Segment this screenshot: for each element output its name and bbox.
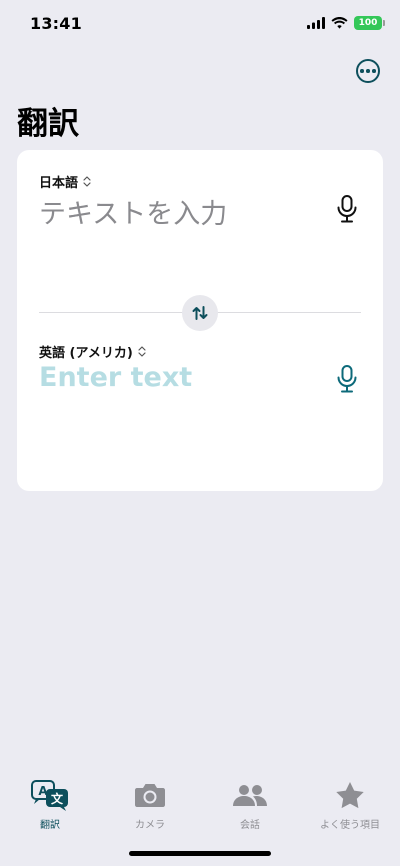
source-text-input[interactable]: テキストを入力: [39, 192, 227, 231]
camera-icon: [135, 784, 165, 807]
more-options-button[interactable]: [356, 59, 380, 83]
target-language-label: 英語 (アメリカ): [39, 346, 133, 361]
tab-favorites[interactable]: よく使う項目: [300, 778, 400, 831]
tab-conversation[interactable]: 会話: [200, 778, 300, 831]
swap-languages-button[interactable]: [182, 295, 218, 331]
source-microphone-icon[interactable]: [335, 194, 359, 224]
chevron-updown-icon: [138, 346, 146, 357]
tab-camera[interactable]: カメラ: [100, 778, 200, 831]
tab-label: 会話: [240, 820, 260, 831]
translation-card: 日本語 テキストを入力 英語 (アメリカ) Enter text: [17, 150, 383, 491]
status-time: 13:41: [30, 14, 82, 33]
target-microphone-icon[interactable]: [335, 364, 359, 394]
tab-label: 翻訳: [40, 820, 60, 831]
page-title: 翻訳: [17, 106, 79, 142]
tab-label: カメラ: [135, 820, 165, 831]
star-icon: [336, 782, 364, 809]
svg-text:文: 文: [51, 791, 64, 806]
battery-indicator: 100: [354, 16, 385, 30]
signal-icon: [307, 17, 325, 29]
source-language-label: 日本語: [39, 176, 79, 191]
target-language-selector[interactable]: 英語 (アメリカ): [39, 342, 146, 361]
target-text-output[interactable]: Enter text: [39, 362, 192, 393]
wifi-icon: [331, 17, 348, 29]
tab-label: よく使う項目: [320, 820, 380, 831]
translate-icon: A 文: [31, 780, 68, 811]
ellipsis-dot: [366, 69, 370, 73]
people-icon: [233, 785, 267, 806]
ellipsis-dot: [372, 69, 376, 73]
swap-arrows-icon: [192, 306, 208, 320]
source-language-selector[interactable]: 日本語: [39, 172, 91, 191]
home-indicator: [129, 851, 271, 856]
tab-translate[interactable]: A 文 翻訳: [0, 778, 100, 831]
status-icons: 100: [307, 16, 385, 30]
chevron-updown-icon: [83, 176, 91, 187]
status-bar: 13:41 100: [0, 0, 400, 48]
ellipsis-circle-icon: [360, 69, 364, 73]
